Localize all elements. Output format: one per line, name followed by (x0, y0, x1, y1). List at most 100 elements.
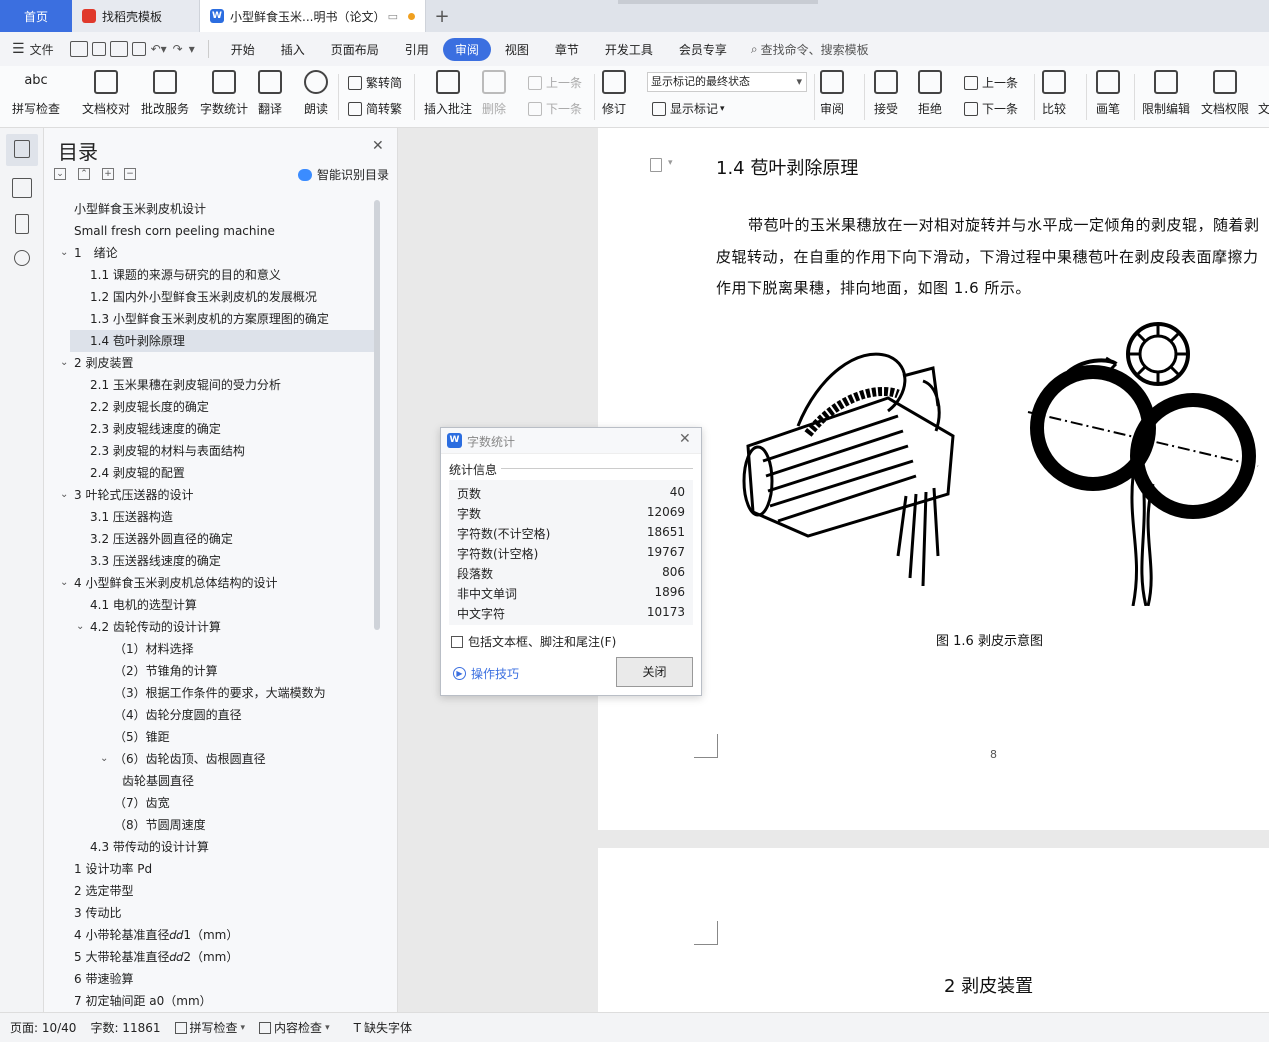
close-icon[interactable]: ✕ (679, 431, 691, 447)
content-check-status[interactable]: 内容检查 ▾ (259, 1019, 330, 1036)
menu-tab[interactable]: 开发工具 (593, 38, 665, 61)
doc-proofread-button[interactable]: 文档校对 (82, 70, 130, 117)
collapse-all-icon[interactable]: ⌄ (54, 168, 66, 180)
toc-item[interactable]: 5 大带轮基准直径𝑑𝑑2（mm） (44, 946, 384, 968)
tab-document[interactable]: W 小型鲜食玉米...明书（论文） ▭ (200, 0, 426, 32)
file-menu[interactable]: ☰ 文件 (12, 41, 54, 58)
menu-tab[interactable]: 开始 (219, 38, 267, 61)
toc-item[interactable]: 6 带速验算 (44, 968, 384, 990)
read-aloud-button[interactable]: 朗读 (304, 70, 328, 117)
toc-item[interactable]: 1.1 课题的来源与研究的目的和意义 (44, 264, 384, 286)
restrict-editing-button[interactable]: 限制编辑 (1142, 70, 1190, 117)
include-textbox-checkbox[interactable]: 包括文本框、脚注和尾注(F) (451, 633, 616, 650)
toc-item[interactable]: ⌄ 2 剥皮装置 (44, 352, 384, 374)
menu-tab[interactable]: 插入 (269, 38, 317, 61)
toc-item[interactable]: 1.4 苞叶剥除原理 (70, 330, 374, 352)
simp-to-trad-button[interactable]: 简转繁 (348, 100, 402, 117)
toc-item[interactable]: Small fresh corn peeling machine (44, 220, 384, 242)
expand-up-icon[interactable]: ⌃ (78, 168, 90, 180)
toc-item[interactable]: ⌄ 3 叶轮式压送器的设计 (44, 484, 384, 506)
undo-icon[interactable]: ↶▾ (151, 42, 167, 56)
redo-icon[interactable]: ↷ (173, 42, 183, 56)
missing-fonts-status[interactable]: T 缺失字体 (354, 1019, 412, 1036)
toc-item[interactable]: 3 传动比 (44, 902, 384, 924)
menu-tab[interactable]: 页面布局 (319, 38, 391, 61)
accept-button[interactable]: 接受 (874, 70, 898, 117)
word-count-indicator[interactable]: 字数: 11861 (90, 1019, 160, 1036)
save-icon[interactable] (69, 41, 88, 57)
toc-item[interactable]: 2.1 玉米果穗在剥皮辊间的受力分析 (44, 374, 384, 396)
toc-item[interactable]: ⌄ 4.2 齿轮传动的设计计算 (44, 616, 384, 638)
toc-item[interactable]: （5）锥距 (44, 726, 384, 748)
navigation-icon[interactable] (12, 178, 32, 198)
quick-access-dropdown-icon[interactable]: ▾ (189, 42, 195, 56)
add-level-icon[interactable]: + (102, 168, 114, 180)
toc-item[interactable]: 2.3 剥皮辊线速度的确定 (44, 418, 384, 440)
spell-check-button[interactable]: abc 拼写检查 (12, 70, 60, 117)
toc-item[interactable]: 2 选定带型 (44, 880, 384, 902)
page-indicator[interactable]: 页面: 10/40 (10, 1019, 76, 1036)
spell-check-status[interactable]: 拼写检查 ▾ (174, 1019, 245, 1036)
close-button[interactable]: 关闭 (616, 657, 693, 687)
toc-item[interactable]: 7 初定轴间距 a0（mm） (44, 990, 384, 1012)
prev-change-button[interactable]: 上一条 (964, 74, 1018, 91)
reject-button[interactable]: 拒绝 (918, 70, 942, 117)
paragraph-handle-icon[interactable] (650, 158, 662, 172)
chevron-down-icon[interactable]: ⌄ (60, 572, 68, 594)
remove-level-icon[interactable]: − (124, 168, 136, 180)
delete-comment-button[interactable]: 删除 (482, 70, 506, 117)
search-icon[interactable] (14, 250, 30, 266)
next-change-button[interactable]: 下一条 (964, 100, 1018, 117)
chevron-down-icon[interactable]: ⌄ (76, 616, 84, 638)
toc-item[interactable]: ⌄ 4 小型鲜食玉米剥皮机总体结构的设计 (44, 572, 384, 594)
toc-item[interactable]: 2.4 剥皮辊的配置 (44, 462, 384, 484)
compare-button[interactable]: 比较 (1042, 70, 1066, 117)
markup-state-select[interactable]: 显示标记的最终状态 (647, 72, 807, 92)
toc-item[interactable]: 2.3 剥皮辊的材料与表面结构 (44, 440, 384, 462)
menu-tab[interactable]: 章节 (543, 38, 591, 61)
chevron-down-icon[interactable]: ⌄ (60, 242, 68, 264)
toc-item[interactable]: 3.3 压送器线速度的确定 (44, 550, 384, 572)
toc-scrollbar[interactable] (374, 200, 380, 630)
toc-item[interactable]: （2）节锥角的计算 (44, 660, 384, 682)
chevron-down-icon[interactable]: ⌄ (60, 352, 68, 374)
export-pdf-icon[interactable] (91, 42, 106, 56)
toc-item[interactable]: 3.2 压送器外圆直径的确定 (44, 528, 384, 550)
dialog-titlebar[interactable]: W 字数统计 ✕ (441, 428, 701, 454)
new-tab-button[interactable]: + (426, 0, 458, 32)
chevron-down-icon[interactable]: ⌄ (60, 484, 68, 506)
close-icon[interactable]: ✕ (372, 138, 384, 154)
toc-item[interactable]: ⌄ （6）齿轮齿顶、齿根圆直径 (44, 748, 384, 770)
menu-tab[interactable]: 审阅 (442, 37, 491, 61)
annot-service-button[interactable]: 批改服务 (141, 70, 189, 117)
print-preview-icon[interactable] (131, 42, 146, 56)
show-markup-button[interactable]: 显示标记 ▾ (652, 100, 725, 117)
tab-templates[interactable]: 找稻壳模板 (72, 0, 200, 32)
pen-button[interactable]: 画笔 (1096, 70, 1120, 117)
menu-tab[interactable]: 视图 (493, 38, 541, 61)
smart-toc-button[interactable]: 智能识别目录 (298, 166, 389, 183)
toc-item[interactable]: 1 设计功率 Pd (44, 858, 384, 880)
toc-item[interactable]: （4）齿轮分度圆的直径 (44, 704, 384, 726)
toc-item[interactable]: 4 小带轮基准直径𝑑𝑑1（mm） (44, 924, 384, 946)
menu-tab[interactable]: 会员专享 (667, 38, 739, 61)
ribbon-more-button[interactable]: 文 (1258, 70, 1269, 117)
toc-item[interactable]: 4.3 带传动的设计计算 (44, 836, 384, 858)
toc-item[interactable]: 齿轮基圆直径 (44, 770, 384, 792)
tips-link[interactable]: ▶ 操作技巧 (453, 665, 519, 682)
toc-item[interactable]: （3）根据工作条件的要求，大端模数为 (44, 682, 384, 704)
chevron-down-icon[interactable]: ⌄ (100, 748, 108, 770)
menu-tab[interactable]: 引用 (393, 38, 441, 61)
track-changes-button[interactable]: 修订 (602, 70, 626, 117)
toc-item[interactable]: 1.3 小型鲜食玉米剥皮机的方案原理图的确定 (44, 308, 384, 330)
toc-item[interactable]: ⌄ 1 绪论 (44, 242, 384, 264)
toc-item[interactable]: （1）材料选择 (44, 638, 384, 660)
doc-permission-button[interactable]: 文档权限 (1201, 70, 1249, 117)
toc-item[interactable]: 3.1 压送器构造 (44, 506, 384, 528)
word-count-button[interactable]: 字数统计 (200, 70, 248, 117)
next-comment-button[interactable]: 下一条 (528, 100, 582, 117)
chevron-down-icon[interactable]: ▾ (668, 158, 673, 168)
translate-button[interactable]: 翻译 (258, 70, 282, 117)
toc-item[interactable]: （7）齿宽 (44, 792, 384, 814)
toc-item[interactable]: 2.2 剥皮辊长度的确定 (44, 396, 384, 418)
